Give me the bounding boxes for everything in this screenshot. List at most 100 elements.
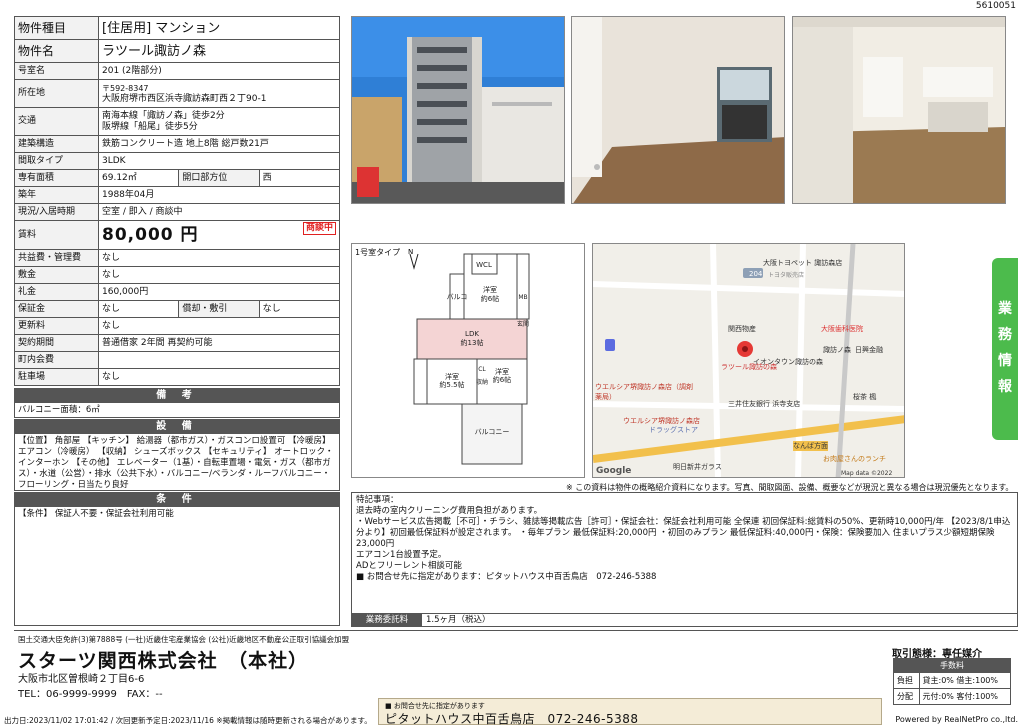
renewal-label: 更新料: [14, 317, 99, 335]
conditions-section: 条 件 【条件】 保証人不要・保証会社利用可能: [14, 492, 340, 626]
deposit-label: 敷金: [14, 266, 99, 284]
room-cl: CL: [478, 366, 486, 373]
svg-text:約6帖: 約6帖: [481, 294, 499, 303]
map-label-lunch: お肉屋さんのランチ: [823, 455, 886, 463]
zip-code: 〒592-8347: [102, 83, 149, 93]
amort-value: なし: [258, 300, 341, 318]
svg-text:約5.5帖: 約5.5帖: [439, 380, 464, 389]
map-label-smbc: 三井住友銀行 浜寺支店: [728, 400, 801, 408]
svg-text:約13帖: 約13帖: [461, 338, 484, 347]
conditions-body: 【条件】 保証人不要・保証会社利用可能: [18, 509, 174, 519]
transport-cell: 南海本線「諏訪ノ森」徒歩2分 阪堺線「船尾」徒歩5分: [98, 107, 340, 136]
deposit-value: なし: [98, 266, 340, 284]
parking-label: 駐車場: [14, 368, 99, 386]
map-label-kansai: 関西物産: [728, 325, 756, 333]
split-label: 分配: [893, 688, 920, 705]
fee-header: 手数料: [893, 658, 1011, 673]
special-notes-line-1: 退去時の室内クリーニング費用負担があります。: [356, 506, 543, 516]
town-fee-value: [98, 351, 340, 369]
map-label-toyota: トヨタ販売店: [768, 272, 805, 279]
business-info-tab[interactable]: 業務情報: [992, 258, 1018, 440]
svg-text:N: N: [408, 248, 413, 256]
address-label: 所在地: [14, 79, 99, 108]
special-notes-line-0: 特記事項：: [356, 495, 399, 505]
map-label-nikko: 日興金融: [855, 346, 883, 354]
keymoney-value: 160,000円: [98, 283, 340, 301]
type-value: [住居用] マンション: [98, 16, 340, 40]
special-notes-line-5: ■ お問合せ先に指定があります：ピタットハウス中百舌鳥店 072-246-538…: [356, 572, 657, 582]
commission-label: 業務委託料: [352, 614, 422, 626]
commission-value: 1.5ヶ月（税込）: [426, 615, 491, 625]
document-id: 5610051: [975, 1, 1016, 11]
negotiating-badge: 商談中: [302, 222, 336, 235]
structure-label: 建築構造: [14, 135, 99, 153]
map-label-welcia-1: ウエルシア堺諏訪ノ森店（調剤薬局）: [595, 383, 693, 401]
renewal-value: なし: [98, 317, 340, 335]
room-western-3: 洋室: [495, 367, 509, 376]
business-info-label: 業務情報: [998, 301, 1012, 395]
rent-label: 賃料: [14, 220, 99, 250]
powered-by: Powered by RealNetPro co.,ltd.: [895, 715, 1018, 724]
burden-label: 負担: [893, 672, 920, 689]
facilities-body: 【位置】 角部屋 【キッチン】 給湯器（都市ガス）・ガスコンロ設置可 【冷暖房】…: [18, 436, 334, 490]
burden-value: 貸主:0% 借主:100%: [918, 672, 1011, 689]
map-label-dental: 大阪歯科医院: [821, 325, 863, 333]
location-map: 204 大阪トヨペット 諏訪森店 トヨタ販売店 関西物産 大阪歯科医院 日興金融…: [592, 243, 905, 478]
parking-value: なし: [98, 368, 340, 386]
conditions-title: 条 件: [15, 493, 339, 507]
remarks-section: 備 考 バルコニー面積：6㎡: [14, 388, 340, 418]
contract-value: 普通借家 2年間 再契約可能: [98, 334, 340, 352]
property-info-table: 物件種目 [住居用] マンション 物件名 ラツール諏訪ノ森 号室名 201 (2…: [14, 16, 341, 386]
photo-exterior: [351, 16, 565, 204]
facilities-title: 設 備: [15, 420, 339, 434]
facilities-section: 設 備 【位置】 角部屋 【キッチン】 給湯器（都市ガス）・ガスコンロ設置可 【…: [14, 419, 340, 491]
address-cell: 〒592-8347 大阪府堺市西区浜寺諏訪森町西２丁90-1: [98, 79, 340, 108]
room-ldk: LDK: [465, 330, 479, 338]
fee-table: 手数料 負担 貸主:0% 借主:100% 分配 元付:0% 客付:100%: [893, 658, 1011, 705]
contact-big: ピタットハウス中百舌鳥店 072-246-5388: [385, 712, 639, 726]
map-label-drugstore: ドラッグストア: [649, 426, 698, 434]
keymoney-label: 礼金: [14, 283, 99, 301]
rent-value: 80,000 円: [102, 224, 199, 245]
special-notes: 特記事項： 退去時の室内クリーニング費用負担があります。 ・Webサービス広告掲…: [351, 492, 1018, 614]
split-value: 元付:0% 客付:100%: [918, 688, 1011, 705]
floor-plan: 1号室タイプ WCL 洋室 約6帖 LDK 約13帖 洋室 約5.5帖 洋室 約…: [351, 243, 585, 478]
svg-text:約6帖: 約6帖: [493, 375, 511, 384]
map-label-suwanomori: 諏訪ノ森: [823, 346, 851, 354]
company-name: スターツ関西株式会社 （本社）: [18, 650, 309, 672]
town-fee-label: 町内会費: [14, 351, 99, 369]
room-western-2: 洋室: [445, 372, 459, 381]
built-label: 築年: [14, 186, 99, 204]
rent-cell: 80,000 円 商談中: [98, 220, 340, 250]
map-label-cafe: 桜茶 楓: [853, 393, 877, 401]
special-notes-line-3: エアコン1台設置予定。: [356, 550, 447, 560]
room-balcony: バルコニー: [475, 428, 510, 436]
map-label-toyopet: 大阪トヨペット 諏訪森店: [763, 259, 843, 267]
area-label: 専有面積: [14, 169, 99, 187]
special-notes-line-2: ・Webサービス広告掲載［不可］・チラシ、雑誌等掲載広告［許可］・保証会社：保証…: [356, 517, 1011, 549]
room-value: 201 (2階部分): [98, 62, 340, 80]
transport-line-2: 阪堺線「船尾」徒歩5分: [102, 121, 198, 132]
transport-line-1: 南海本線「諏訪ノ森」徒歩2分: [102, 110, 225, 121]
map-google-logo: Google: [596, 466, 632, 476]
mgmt-label: 共益費・管理費: [14, 249, 99, 267]
mgmt-value: なし: [98, 249, 340, 267]
remarks-title: 備 考: [15, 389, 339, 403]
commission-row: 業務委託料 1.5ヶ月（税込）: [351, 614, 1018, 627]
map-label-glass: 明日新井ガラス: [673, 463, 722, 471]
company-address: 大阪市北区曽根崎２丁目6-6: [18, 674, 145, 685]
opening-label: 開口部方位: [178, 169, 260, 187]
area-value: 69.12㎡: [97, 169, 180, 187]
room-label: 号室名: [14, 62, 99, 80]
status-label: 現況/入居時期: [14, 203, 99, 221]
special-notes-line-4: ADとフリーレント相談可能: [356, 561, 462, 571]
layout-label: 間取タイプ: [14, 152, 99, 170]
map-label-property: ラツール諏訪の森: [721, 363, 777, 371]
map-labels: 大阪トヨペット 諏訪森店 トヨタ販売店 関西物産 大阪歯科医院 日興金融 イオン…: [593, 244, 904, 477]
company-tel: TEL：06-9999-9999 FAX：--: [18, 689, 163, 700]
contract-label: 契約期間: [14, 334, 99, 352]
remarks-body: バルコニー面積：6㎡: [18, 405, 100, 415]
type-label: 物件種目: [14, 16, 99, 40]
photo-room-window: [571, 16, 785, 204]
transport-label: 交通: [14, 107, 99, 136]
